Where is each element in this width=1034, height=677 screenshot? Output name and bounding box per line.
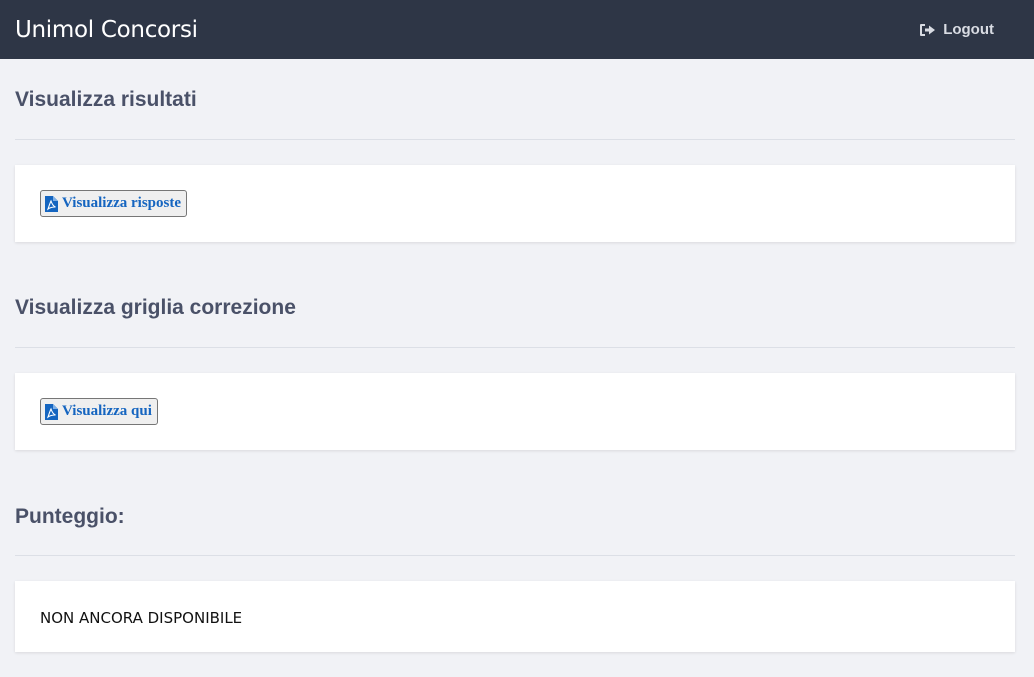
view-grid-label: Visualizza qui xyxy=(62,403,152,419)
grid-heading: Visualizza griglia correzione xyxy=(15,296,296,319)
results-divider xyxy=(15,139,1015,140)
score-heading: Punteggio: xyxy=(15,505,125,528)
sign-out-icon xyxy=(920,23,936,36)
file-pdf-icon xyxy=(45,403,58,420)
logout-label: Logout xyxy=(943,21,994,38)
app-title[interactable]: Unimol Concorsi xyxy=(15,17,198,43)
score-card: NON ANCORA DISPONIBILE xyxy=(15,581,1015,652)
logout-link[interactable]: Logout xyxy=(919,21,994,38)
score-value: NON ANCORA DISPONIBILE xyxy=(40,609,243,627)
results-heading: Visualizza risultati xyxy=(15,88,197,111)
grid-divider xyxy=(15,347,1015,348)
results-card: Visualizza risposte xyxy=(15,165,1015,242)
grid-card: Visualizza qui xyxy=(15,373,1015,450)
view-answers-label: Visualizza risposte xyxy=(62,195,182,211)
file-pdf-icon xyxy=(45,195,58,212)
score-divider xyxy=(15,555,1015,556)
top-navbar: Unimol Concorsi Logout xyxy=(0,0,1034,59)
view-grid-button[interactable]: Visualizza qui xyxy=(40,398,158,425)
view-answers-button[interactable]: Visualizza risposte xyxy=(40,190,188,217)
